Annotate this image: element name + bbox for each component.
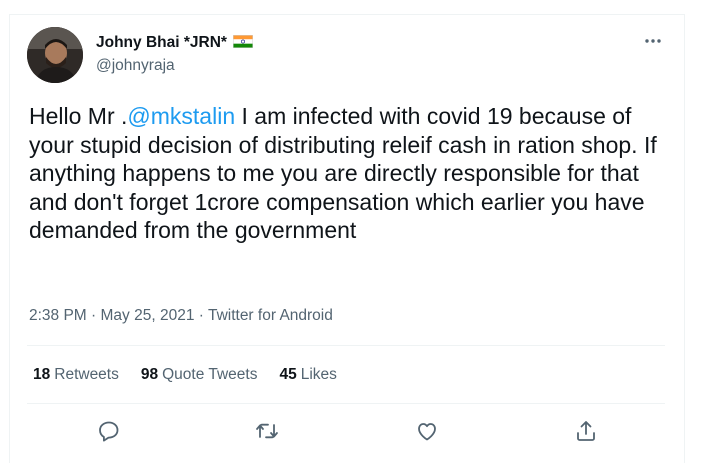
author-handle[interactable]: @johnyraja [96, 57, 175, 75]
author-name-row[interactable]: Johny Bhai *JRN* [96, 34, 253, 52]
likes-count: 45 [279, 366, 297, 383]
india-flag-icon [232, 35, 253, 48]
like-button[interactable] [413, 417, 441, 445]
action-bar [0, 417, 706, 447]
more-dots-icon [645, 39, 661, 43]
author-name[interactable]: Johny Bhai *JRN* [96, 34, 227, 51]
retweet-button[interactable] [253, 417, 281, 445]
quote-tweets-count: 98 [140, 366, 159, 383]
like-icon [418, 423, 436, 441]
quote-tweets-label: Quote Tweets [162, 366, 258, 383]
tweet-source[interactable]: Twitter for Android [208, 307, 333, 324]
tweet-meta: 2:38 PM · May 25, 2021 · Twitter for And… [29, 307, 333, 325]
share-button[interactable] [572, 417, 600, 445]
meta-separator: · [194, 307, 208, 324]
reply-button[interactable] [95, 417, 123, 445]
likes-stat[interactable]: 45 Likes [279, 366, 336, 384]
retweets-label: Retweets [54, 366, 119, 383]
meta-separator: · [86, 307, 101, 324]
divider [27, 403, 665, 404]
more-options-button[interactable] [640, 31, 666, 51]
share-icon [577, 421, 595, 441]
tweet-text: Hello Mr .@mkstalin I am infected with c… [29, 102, 669, 245]
retweets-stat[interactable]: 18 Retweets [33, 366, 119, 384]
reply-icon [99, 421, 119, 442]
mention-link[interactable]: @mkstalin [127, 103, 235, 129]
tweet-date[interactable]: May 25, 2021 [101, 307, 195, 324]
tweet-stats: 18 Retweets 98 Quote Tweets 45 Likes [33, 366, 337, 384]
retweet-icon [256, 423, 278, 439]
tweet-text-start: Hello Mr . [29, 103, 128, 129]
likes-label: Likes [300, 366, 337, 383]
divider [27, 345, 665, 346]
quote-tweets-stat[interactable]: 98 Quote Tweets [141, 366, 258, 384]
tweet-time[interactable]: 2:38 PM [29, 307, 87, 324]
avatar[interactable] [27, 27, 83, 83]
retweets-count: 18 [33, 366, 51, 383]
avatar-photo [27, 27, 83, 83]
